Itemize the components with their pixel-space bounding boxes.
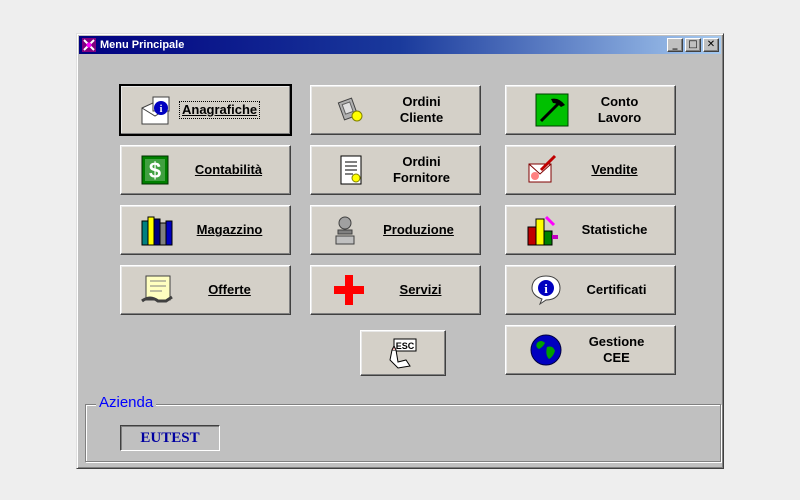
certificati-label: Certificati <box>586 282 647 297</box>
servizi-icon <box>331 272 367 308</box>
anagrafiche-icon: i <box>137 92 173 128</box>
certificati-button[interactable]: i Certificati <box>505 265 676 315</box>
magazzino-label: Magazzino <box>196 222 263 237</box>
conto-lavoro-button[interactable]: Conto Lavoro <box>505 85 676 135</box>
conto-lavoro-label-line2: Lavoro <box>597 110 642 125</box>
title-bar[interactable]: Menu Principale _ □ ✕ <box>79 36 721 54</box>
anagrafiche-label: Anagrafiche <box>179 101 261 119</box>
magazzino-button[interactable]: Magazzino <box>120 205 291 255</box>
svg-text:$: $ <box>149 158 161 183</box>
produzione-label: Produzione <box>383 222 454 237</box>
ordini-fornitore-button[interactable]: Ordini Fornitore <box>310 145 481 195</box>
close-button[interactable]: ✕ <box>703 38 719 52</box>
ordini-cliente-label: Ordini Cliente <box>369 94 480 126</box>
vendite-label: Vendite <box>591 162 638 177</box>
vendite-icon <box>524 152 560 188</box>
main-menu-window: Menu Principale _ □ ✕ i Anagrafiche Ordi… <box>76 33 724 469</box>
svg-text:i: i <box>160 104 163 115</box>
maximize-button[interactable]: □ <box>685 38 701 52</box>
conto-lavoro-label-line1: Conto <box>600 94 639 109</box>
window-title: Menu Principale <box>100 39 185 51</box>
contabilita-label: Contabilità <box>194 162 263 177</box>
contabilita-button[interactable]: $ Contabilità <box>120 145 291 195</box>
servizi-button[interactable]: Servizi <box>310 265 481 315</box>
contabilita-icon: $ <box>137 152 173 188</box>
statistiche-label: Statistiche <box>581 222 648 237</box>
azienda-value: EUTEST <box>120 425 220 451</box>
offerte-button[interactable]: Offerte <box>120 265 291 315</box>
globe-icon <box>528 332 564 368</box>
ordini-fornitore-label: Ordini Fornitore <box>369 154 480 186</box>
certificati-icon: i <box>528 272 564 308</box>
exit-hand-icon: ESC <box>385 335 421 371</box>
svg-text:i: i <box>544 281 548 296</box>
ordini-fornitore-label-line2: Fornitore <box>392 170 451 185</box>
magazzino-icon <box>139 212 175 248</box>
conto-lavoro-icon <box>534 92 570 128</box>
produzione-icon <box>327 212 363 248</box>
app-icon[interactable] <box>81 37 97 53</box>
produzione-button[interactable]: Produzione <box>310 205 481 255</box>
esc-button[interactable]: ESC <box>360 330 446 376</box>
esc-key-text: ESC <box>396 341 415 351</box>
gestione-cee-button[interactable]: Gestione CEE <box>505 325 676 375</box>
conto-lavoro-label: Conto Lavoro <box>570 94 675 126</box>
ordini-cliente-label-line1: Ordini <box>402 94 441 109</box>
ordini-cliente-button[interactable]: Ordini Cliente <box>310 85 481 135</box>
minimize-button[interactable]: _ <box>667 38 683 52</box>
azienda-legend: Azienda <box>96 394 157 411</box>
vendite-button[interactable]: Vendite <box>505 145 676 195</box>
statistiche-button[interactable]: Statistiche <box>505 205 676 255</box>
ordini-cliente-icon <box>333 92 369 128</box>
gestione-cee-label-line1: Gestione <box>588 334 645 349</box>
ordini-fornitore-label-line1: Ordini <box>402 154 441 169</box>
ordini-fornitore-icon <box>333 152 369 188</box>
servizi-label: Servizi <box>399 282 442 297</box>
ordini-cliente-label-line2: Cliente <box>399 110 444 125</box>
gestione-cee-label: Gestione CEE <box>564 334 675 366</box>
offerte-icon <box>139 272 175 308</box>
anagrafiche-button[interactable]: i Anagrafiche <box>119 84 292 136</box>
statistiche-icon <box>524 212 560 248</box>
offerte-label: Offerte <box>208 282 251 297</box>
azienda-group: Azienda EUTEST <box>85 394 721 462</box>
gestione-cee-label-line2: CEE <box>603 350 630 365</box>
